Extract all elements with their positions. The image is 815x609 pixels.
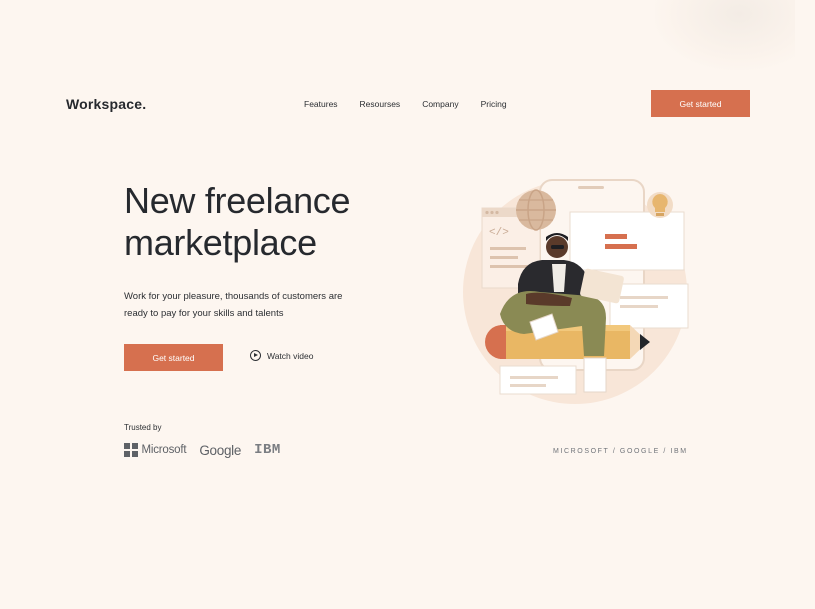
hero-get-started-button[interactable]: Get started bbox=[124, 344, 223, 371]
brand-logos: Microsoft Google IBM bbox=[124, 442, 294, 458]
watch-video-label: Watch video bbox=[267, 350, 314, 361]
brand-google-name: Google bbox=[199, 442, 242, 458]
hero-title: New freelance marketplace bbox=[124, 180, 351, 263]
brand-microsoft-name: Microsoft bbox=[141, 444, 187, 456]
partners-text: MICROSOFT / GOOGLE / IBM bbox=[553, 448, 688, 455]
brand-microsoft: Microsoft bbox=[124, 443, 187, 457]
hero-subtitle: Work for your pleasure, thousands of cus… bbox=[124, 291, 343, 319]
bottom-card bbox=[499, 365, 577, 395]
chart-card bbox=[569, 211, 685, 271]
nav-features[interactable]: Features bbox=[304, 99, 338, 109]
microsoft-logo-icon bbox=[124, 443, 138, 457]
pencil-illustration bbox=[485, 325, 650, 359]
brand-ibm-name: IBM bbox=[254, 442, 281, 458]
svg-text:</>: </> bbox=[489, 227, 509, 239]
watch-video-link[interactable]: Watch video bbox=[250, 350, 313, 361]
globe-icon bbox=[516, 189, 556, 231]
brand-ibm: IBM bbox=[254, 442, 281, 458]
nav-company[interactable]: Company bbox=[422, 99, 458, 109]
play-icon bbox=[250, 350, 261, 361]
brand-google: Google bbox=[199, 443, 241, 458]
paper-note-2 bbox=[583, 357, 607, 393]
lightbulb-icon bbox=[647, 192, 673, 218]
code-icon: </> bbox=[489, 227, 509, 239]
trusted-by-label: Trusted by bbox=[124, 423, 162, 432]
nav-pricing[interactable]: Pricing bbox=[481, 99, 507, 109]
main-nav: Features Resourses Company Pricing bbox=[304, 99, 529, 109]
header-get-started-button[interactable]: Get started bbox=[651, 90, 750, 117]
phone-speaker bbox=[578, 186, 604, 189]
hero-illustration: </> bbox=[463, 179, 689, 404]
logo[interactable]: Workspace. bbox=[66, 96, 146, 112]
nav-resources[interactable]: Resourses bbox=[360, 99, 401, 109]
decorative-blob bbox=[655, 0, 795, 70]
